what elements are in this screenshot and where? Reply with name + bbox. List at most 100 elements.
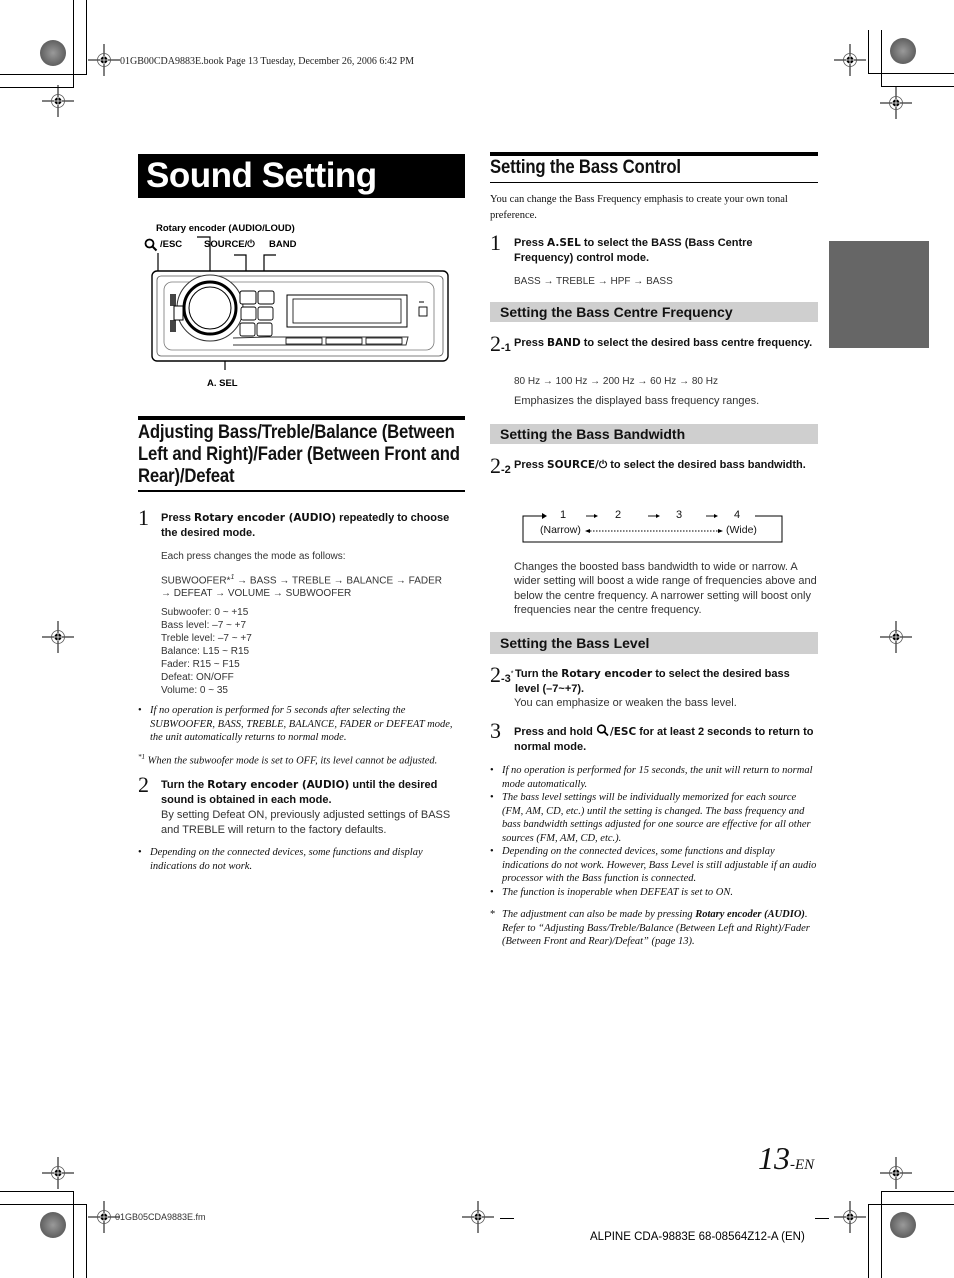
text: Depending on the connected devices, some… — [150, 847, 423, 872]
bandwidth-step: 1 — [560, 509, 567, 521]
step-number: 2 — [490, 331, 501, 356]
intro-text: You can change the Bass Frequency emphas… — [490, 194, 788, 221]
range-item: Fader: R15 ~ F15 — [161, 659, 240, 670]
step-suffix: -1 — [501, 342, 511, 354]
head-unit-diagram: Rotary encoder (AUDIO/LOUD) /ESC SOURCE/… — [138, 220, 468, 395]
narrow-label: (Narrow) — [540, 524, 581, 536]
subheading-bass-level: Setting the Bass Level — [490, 632, 818, 654]
search-icon — [596, 724, 609, 737]
step-2-3-instruction: Turn the Rotary encoder to select the de… — [515, 667, 815, 697]
text: → DEFEAT → VOLUME → SUBWOOFER — [161, 588, 352, 600]
subheading-centre-frequency: Setting the Bass Centre Frequency — [490, 302, 818, 322]
heading-rule-bottom — [490, 182, 818, 183]
crosshair-icon — [879, 86, 913, 120]
range-item: Volume: 0 ~ 35 — [161, 685, 228, 696]
crosshair-icon — [833, 1200, 867, 1234]
heading-bass-control: Setting the Bass Control — [490, 157, 681, 178]
asel-sequence: BASS → TREBLE → HPF → BASS — [514, 276, 673, 287]
text: Press — [514, 337, 548, 349]
key-esc: /ESC — [609, 726, 637, 738]
step-1-instruction: Press Rotary encoder (AUDIO) repeatedly … — [161, 511, 461, 541]
key-rotary-encoder: Rotary encoder — [561, 668, 653, 680]
range-item: Treble level: –7 ~ +7 — [161, 633, 252, 644]
step-number: 2 — [490, 662, 501, 687]
step-2-1-number: 2-1 — [490, 333, 511, 356]
mode-sequence: SUBWOOFER*1 → BASS → TREBLE → BALANCE → … — [161, 571, 466, 600]
step-1-intro: Each press changes the mode as follows: — [161, 551, 346, 562]
text: Depending on the connected devices, some… — [502, 846, 817, 884]
step-number: 2 — [490, 453, 501, 478]
step-number: 1 — [138, 505, 149, 530]
bullet: • — [490, 792, 494, 803]
text: Press and hold — [514, 726, 596, 738]
section-side-tab — [829, 241, 929, 348]
notes-list: • If no operation is performed for 15 sec… — [490, 764, 820, 899]
text: → BASS → TREBLE → BALANCE → FADER — [234, 575, 443, 587]
bass-level-description: You can emphasize or weaken the bass lev… — [514, 697, 737, 709]
step-2-2-instruction: Press SOURCE/⏻ to select the desired bas… — [514, 458, 814, 473]
step-2-2-number: 2-2 — [490, 455, 511, 478]
note-item: • The bass level settings will be individ… — [490, 791, 820, 845]
bullet: • — [490, 846, 494, 857]
key-rotary-encoder: Rotary encoder (AUDIO) — [695, 909, 805, 920]
text: If no operation is performed for 15 seco… — [502, 765, 813, 790]
heading-rule-top — [490, 152, 818, 156]
bandwidth-cycle-diagram: 1 2 3 4 (Narrow) (Wide) — [520, 508, 785, 544]
step-2-description: By setting Defeat ON, previously adjuste… — [161, 809, 451, 836]
key-rotary-encoder: Rotary encoder (AUDIO) — [207, 779, 350, 791]
key-source-power: SOURCE/⏻ — [547, 459, 608, 471]
step-suffix: -2 — [501, 464, 511, 476]
bandwidth-step: 3 — [676, 509, 683, 521]
step-number: 3 — [490, 718, 501, 743]
footnote-mark: *1 — [138, 753, 145, 761]
text: When the subwoofer mode is set to OFF, i… — [147, 755, 438, 767]
section-rule-bottom — [138, 490, 465, 492]
bullet: • — [490, 886, 494, 898]
crosshair-icon — [461, 1200, 495, 1234]
section-heading-adjusting: Adjusting Bass/Treble/Balance (Between L… — [138, 422, 460, 487]
range-item: Subwoofer: 0 ~ +15 — [161, 607, 249, 618]
bandwidth-step: 2 — [615, 509, 622, 521]
text: The adjustment can also be made by press… — [502, 909, 696, 920]
text: Press — [514, 459, 548, 471]
crosshair-icon — [879, 620, 913, 654]
key-rotary-encoder: Rotary encoder (AUDIO) — [194, 512, 337, 524]
note-timeout: • If no operation is performed for 5 sec… — [138, 704, 463, 745]
crosshair-icon — [879, 1156, 913, 1190]
crosshair-icon — [41, 84, 75, 118]
text: Press — [514, 237, 548, 249]
bandwidth-description: Changes the boosted bass bandwidth to wi… — [514, 561, 817, 616]
frequency-sequence: 80 Hz → 100 Hz → 200 Hz → 60 Hz → 80 Hz — [514, 376, 718, 387]
page-number-value: 13 — [758, 1140, 790, 1176]
asterisk-mark: * — [490, 909, 496, 920]
step-suffix: -3 — [501, 673, 511, 685]
page-title: Sound Setting — [138, 154, 465, 198]
key-band: BAND — [547, 337, 581, 349]
asterisk-note: * The adjustment can also be made by pre… — [490, 908, 820, 949]
text: The bass level settings will be individu… — [502, 792, 811, 844]
crosshair-icon — [833, 43, 867, 77]
crosshair-icon — [41, 1156, 75, 1190]
step-2-1-instruction: Press BAND to select the desired bass ce… — [514, 336, 814, 351]
range-item: Balance: L15 ~ R15 — [161, 646, 250, 657]
note-item: • Depending on the connected devices, som… — [490, 845, 820, 886]
key-a-sel: A.SEL — [547, 237, 581, 249]
step-number: 1 — [490, 230, 501, 255]
bandwidth-step: 4 — [734, 509, 741, 521]
footnote-subwoofer: *1 When the subwoofer mode is set to OFF… — [138, 751, 468, 768]
bullet: • — [138, 847, 142, 858]
text: Turn the — [161, 779, 208, 791]
step-3-instruction: Press and hold /ESC for at least 2 secon… — [514, 724, 814, 755]
head-unit-illustration — [151, 236, 449, 370]
text: SUBWOOFER* — [161, 575, 231, 587]
section-rule-top — [138, 416, 465, 420]
asterisk-ref: * — [510, 670, 514, 678]
note-devices: • Depending on the connected devices, so… — [138, 846, 463, 873]
bullet: • — [138, 705, 142, 716]
note-item: • The function is inoperable when DEFEAT … — [490, 886, 820, 900]
bullet: • — [490, 765, 494, 776]
step-1-instruction: Press A.SEL to select the BASS (Bass Cen… — [514, 236, 814, 266]
range-item: Bass level: –7 ~ +7 — [161, 620, 247, 631]
page-number-suffix: -EN — [790, 1157, 815, 1173]
step-2-instruction: Turn the Rotary encoder (AUDIO) until th… — [161, 778, 466, 808]
